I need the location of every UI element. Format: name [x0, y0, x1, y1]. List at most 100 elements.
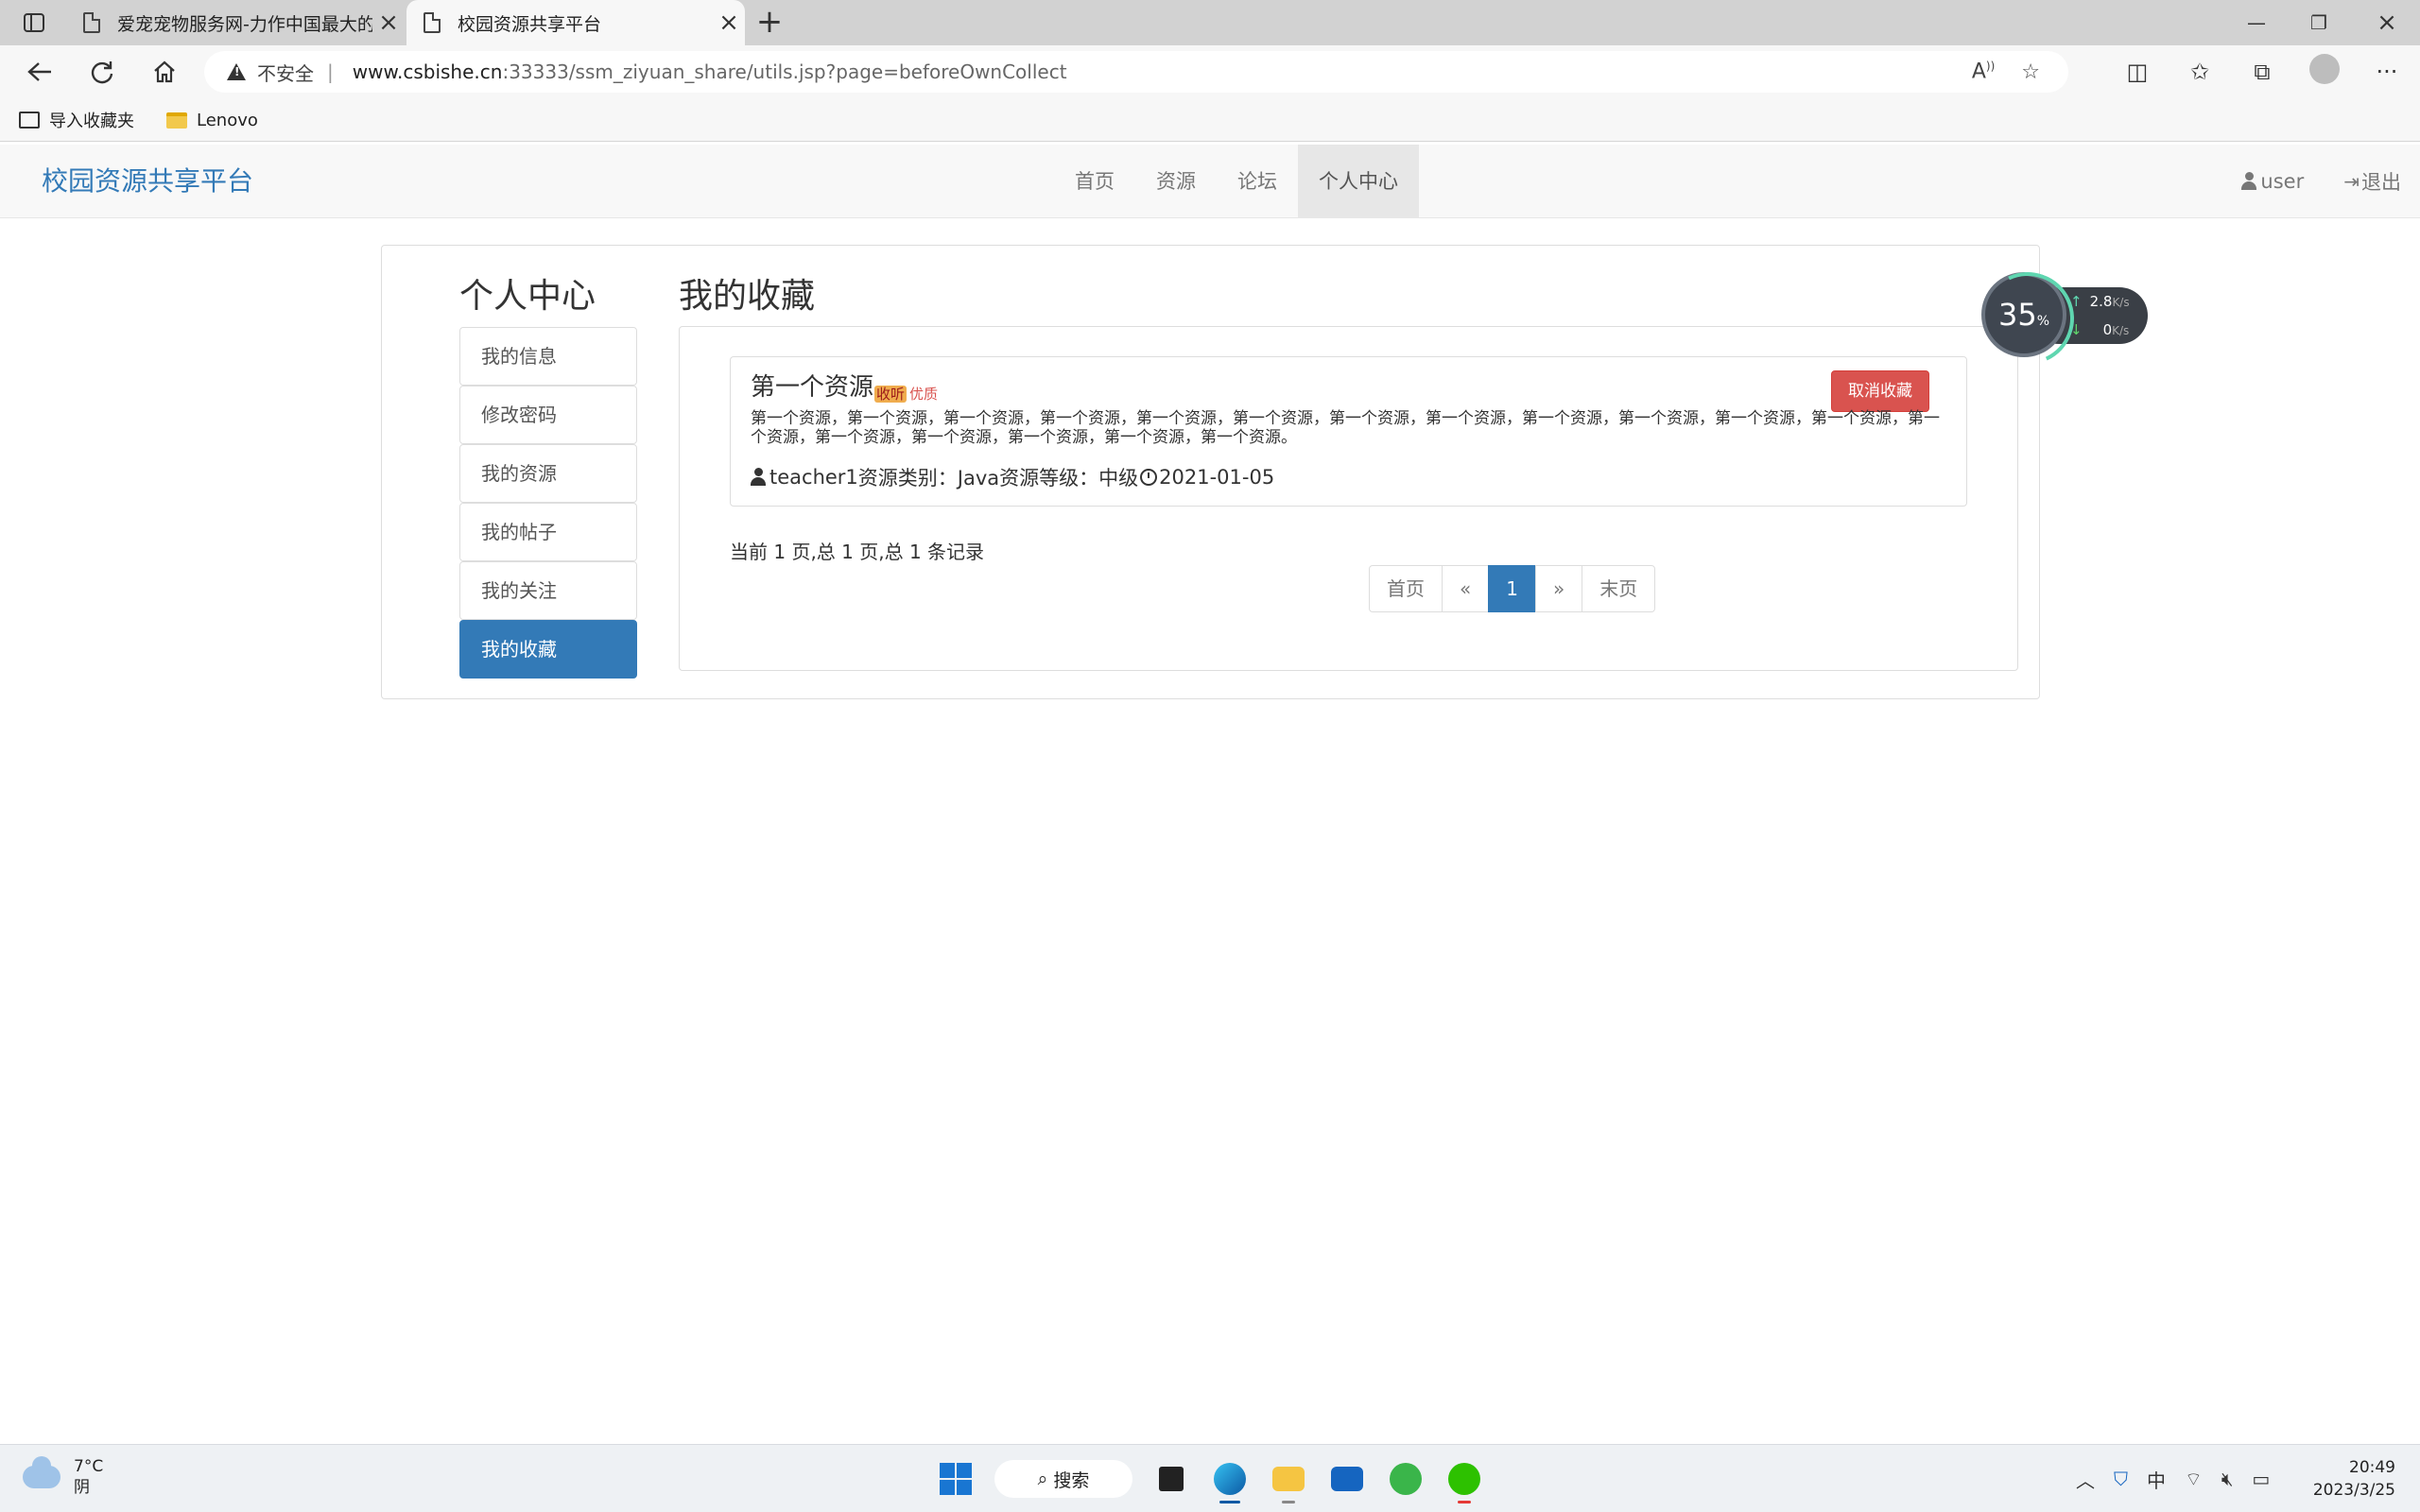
sidebar-item-my-resources[interactable]: 我的资源 — [459, 444, 637, 503]
page-first[interactable]: 首页 — [1369, 565, 1443, 612]
resource-category: 资源类别：Java — [857, 467, 1000, 490]
resource-meta: teacher1 资源类别：Java 资源等级：中级 2021-01-05 — [751, 463, 1274, 491]
nav-personal-center[interactable]: 个人中心 — [1298, 145, 1419, 218]
add-favorite-icon[interactable]: ☆ — [2021, 60, 2040, 84]
sidebar-item-my-info[interactable]: 我的信息 — [459, 327, 637, 386]
resource-date: 2021-01-05 — [1159, 466, 1275, 489]
unfavorite-button[interactable]: 取消收藏 — [1831, 370, 1929, 412]
folder-icon — [1272, 1467, 1305, 1491]
address-field[interactable]: 不安全 | www.csbishe.cn :33333/ssm_ziyuan_s… — [204, 51, 2068, 93]
new-tab-button[interactable]: + — [752, 6, 786, 40]
author-icon — [751, 468, 766, 487]
resource-level: 资源等级：中级 — [999, 467, 1139, 490]
favorite-lenovo[interactable]: Lenovo — [166, 106, 258, 134]
weather-temp: 7°C — [74, 1457, 104, 1476]
browser-tab-active[interactable]: 校园资源共享平台 × — [406, 0, 745, 45]
page-icon — [83, 12, 100, 33]
wifi-icon[interactable]: ⌔ — [2185, 1468, 2203, 1491]
mail-icon — [1331, 1467, 1363, 1491]
close-tab-icon[interactable]: × — [713, 10, 745, 35]
user-nav: user ⇥ 退出 — [2241, 145, 2401, 218]
search-icon: ⌕ — [1037, 1469, 1048, 1489]
resource-author: teacher1 — [769, 466, 858, 489]
resource-title-row: 第一个资源 收听 优质 — [751, 368, 941, 403]
clock-time: 20:49 — [2349, 1458, 2395, 1477]
nav-home[interactable]: 首页 — [1054, 145, 1135, 218]
wechat-app[interactable] — [1435, 1454, 1494, 1503]
site-brand[interactable]: 校园资源共享平台 — [42, 145, 253, 218]
nav-resources[interactable]: 资源 — [1135, 145, 1217, 218]
refresh-icon — [91, 61, 113, 84]
volume-muted-icon[interactable]: 🔇︎ — [2221, 1468, 2234, 1490]
tray-overflow-icon[interactable]: ︿ — [2076, 1466, 2095, 1493]
close-window-button[interactable]: × — [2356, 0, 2418, 45]
tab-title: 爱宠宠物服务网-力作中国最大的 — [117, 13, 372, 35]
refresh-button[interactable] — [83, 53, 121, 91]
upload-speed: ↑ 2.8K/s — [2070, 293, 2130, 310]
favorites-bar: 导入收藏夹 Lenovo — [0, 98, 2420, 142]
clock-icon — [1140, 469, 1158, 486]
security-shield-icon[interactable]: ⛉ — [2114, 1468, 2128, 1490]
user-icon — [2241, 172, 2257, 191]
logout-icon: ⇥ — [2343, 170, 2360, 193]
sidebar-item-my-follows[interactable]: 我的关注 — [459, 561, 637, 620]
security-status: 不安全 — [257, 61, 314, 85]
read-aloud-icon[interactable]: A)) — [1972, 60, 1995, 83]
network-speed-widget[interactable]: 35% ↑ 2.8K/s ↓ 0K/s — [1981, 272, 2152, 359]
edge-app[interactable] — [1201, 1454, 1259, 1503]
browser-tab-inactive[interactable]: 爱宠宠物服务网-力作中国最大的 × — [68, 0, 405, 45]
favorite-import[interactable]: 导入收藏夹 — [19, 106, 134, 134]
cloud-icon — [23, 1456, 60, 1488]
split-screen-icon[interactable]: ◫ — [2106, 59, 2169, 85]
back-button[interactable] — [21, 53, 59, 91]
tab-title: 校园资源共享平台 — [458, 13, 602, 35]
home-button[interactable] — [146, 53, 183, 91]
profile-button[interactable] — [2293, 54, 2356, 90]
start-button[interactable] — [926, 1454, 985, 1503]
user-link[interactable]: user — [2241, 170, 2304, 193]
ime-indicator[interactable]: 中 — [2147, 1466, 2166, 1493]
close-tab-icon[interactable]: × — [372, 10, 405, 35]
clock-date: 2023/3/25 — [2312, 1481, 2395, 1500]
address-actions: A)) ☆ — [1972, 51, 2040, 93]
page-icon — [424, 12, 441, 33]
restore-button[interactable]: ❐ — [2288, 0, 2350, 45]
download-speed: ↓ 0K/s — [2070, 321, 2130, 338]
windows-logo-icon — [940, 1463, 972, 1495]
taskbar-clock[interactable]: 20:49 2023/3/25 — [2313, 1456, 2395, 1502]
task-view-button[interactable] — [1142, 1454, 1201, 1503]
favorites-icon[interactable]: ✩ — [2169, 59, 2231, 85]
weather-widget[interactable]: 7°C 阴 — [23, 1456, 103, 1498]
user-name: user — [2260, 170, 2305, 193]
mail-app[interactable] — [1318, 1454, 1376, 1503]
sidebar-item-my-posts[interactable]: 我的帖子 — [459, 503, 637, 561]
tab-actions-button[interactable] — [15, 8, 53, 38]
pagination-info: 当前 1 页,总 1 页,总 1 条记录 — [730, 541, 985, 563]
page-last[interactable]: 末页 — [1582, 565, 1656, 612]
page-prev[interactable]: « — [1442, 565, 1490, 612]
collections-icon[interactable]: ⧉ — [2231, 59, 2293, 85]
task-view-icon — [1159, 1467, 1184, 1491]
wechat-icon — [1448, 1463, 1480, 1495]
nav-forum[interactable]: 论坛 — [1217, 145, 1298, 218]
browser-toolbar-icons: ◫ ✩ ⧉ ··· — [2106, 53, 2418, 91]
resource-quality-badge: 优质 — [908, 386, 941, 403]
battery-icon[interactable]: ▭ — [2252, 1468, 2270, 1490]
favorite-label: 导入收藏夹 — [49, 112, 134, 131]
page-next[interactable]: » — [1534, 565, 1583, 612]
more-options-icon[interactable]: ··· — [2356, 59, 2418, 85]
taskbar-apps: ⌕ 搜索 — [926, 1454, 1494, 1503]
ie-app[interactable] — [1376, 1454, 1435, 1503]
sidebar-item-my-favorites[interactable]: 我的收藏 — [459, 620, 637, 679]
resource-title[interactable]: 第一个资源 — [751, 368, 873, 403]
taskbar-search[interactable]: ⌕ 搜索 — [994, 1460, 1132, 1498]
logout-link[interactable]: ⇥ 退出 — [2343, 167, 2401, 196]
minimize-button[interactable]: — — [2225, 0, 2288, 45]
sidebar-item-change-password[interactable]: 修改密码 — [459, 386, 637, 444]
upload-arrow-icon: ↑ — [2070, 293, 2083, 310]
logout-label: 退出 — [2361, 171, 2401, 194]
page-number[interactable]: 1 — [1488, 565, 1536, 612]
site-navbar: 校园资源共享平台 首页 资源 论坛 个人中心 user ⇥ 退出 — [0, 145, 2420, 218]
back-arrow-icon — [27, 62, 51, 81]
file-explorer-app[interactable] — [1259, 1454, 1318, 1503]
